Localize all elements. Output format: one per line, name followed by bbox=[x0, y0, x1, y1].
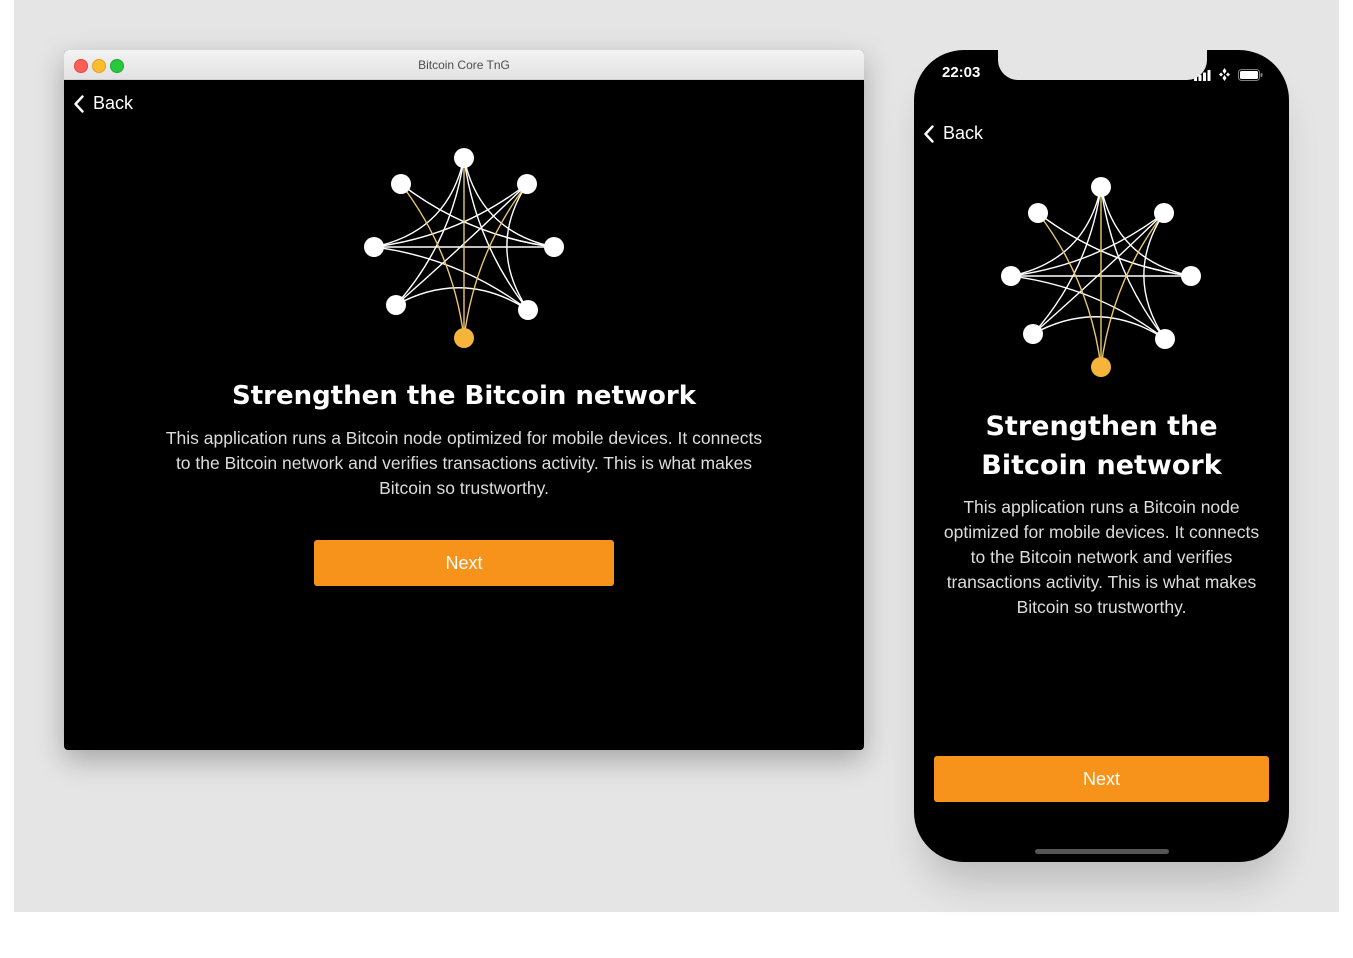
status-time: 22:03 bbox=[942, 64, 981, 81]
chevron-left-icon bbox=[73, 94, 85, 113]
network-link bbox=[373, 157, 465, 248]
signal-bars-icon bbox=[1194, 66, 1211, 85]
description-text: This application runs a Bitcoin node opt… bbox=[165, 428, 763, 498]
network-node bbox=[1154, 203, 1174, 223]
network-link bbox=[395, 287, 529, 311]
network-node bbox=[364, 237, 384, 257]
window-titlebar[interactable]: Bitcoin Core TnG bbox=[64, 50, 864, 80]
description-text: This application runs a Bitcoin node opt… bbox=[943, 497, 1260, 617]
next-button[interactable]: Next bbox=[314, 540, 614, 586]
next-button[interactable]: Next bbox=[934, 756, 1269, 802]
phone-notch bbox=[998, 50, 1207, 80]
status-icons bbox=[1194, 66, 1263, 85]
network-node bbox=[1181, 266, 1201, 286]
network-link bbox=[1032, 316, 1166, 340]
network-link bbox=[463, 157, 555, 248]
network-node bbox=[1001, 266, 1021, 286]
page-title: Strengthen the Bitcoin network bbox=[981, 411, 1222, 481]
network-node bbox=[391, 174, 411, 194]
network-node bbox=[517, 174, 537, 194]
network-node bbox=[1091, 177, 1111, 197]
window-title: Bitcoin Core TnG bbox=[418, 58, 510, 72]
network-node-highlighted bbox=[1091, 357, 1111, 377]
network-link bbox=[1037, 212, 1102, 368]
network-node bbox=[1155, 329, 1175, 349]
back-button[interactable]: Back bbox=[923, 123, 983, 144]
network-node-highlighted bbox=[454, 328, 474, 348]
network-link bbox=[1100, 212, 1165, 368]
battery-icon bbox=[1238, 66, 1263, 85]
mobile-device: 22:03 Back Strengthen the Bitcoin networ… bbox=[914, 50, 1289, 862]
page-title: Strengthen the Bitcoin network bbox=[232, 381, 696, 411]
home-indicator bbox=[1035, 849, 1169, 854]
back-label: Back bbox=[943, 123, 984, 143]
network-node bbox=[386, 295, 406, 315]
back-button[interactable]: Back bbox=[73, 93, 133, 114]
network-node bbox=[454, 148, 474, 168]
wifi-icon bbox=[1217, 66, 1232, 85]
network-node bbox=[544, 237, 564, 257]
network-link bbox=[1010, 186, 1102, 277]
back-label: Back bbox=[93, 93, 134, 113]
network-graphic bbox=[1001, 177, 1201, 377]
network-link bbox=[463, 183, 528, 339]
network-node bbox=[518, 300, 538, 320]
network-graphic bbox=[364, 148, 564, 348]
network-link bbox=[1100, 186, 1192, 277]
network-node bbox=[1028, 203, 1048, 223]
desktop-window: Bitcoin Core TnG Back Strengthen the Bit… bbox=[64, 50, 864, 750]
network-link bbox=[400, 183, 465, 339]
network-node bbox=[1023, 324, 1043, 344]
chevron-left-icon bbox=[923, 124, 935, 143]
